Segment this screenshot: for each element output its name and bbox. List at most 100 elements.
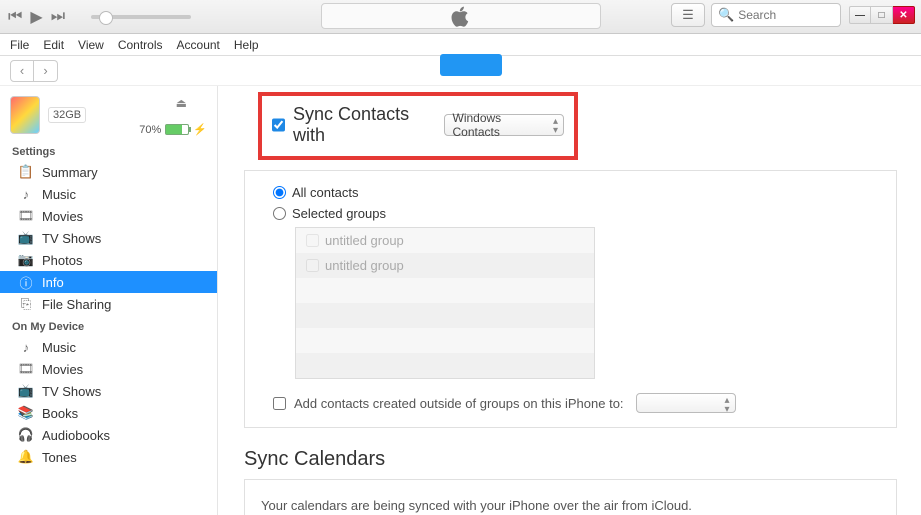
dropdown-value [645,396,648,410]
menu-account[interactable]: Account [177,38,220,52]
sidebar-item-device-music[interactable]: ♪ Music [0,336,217,358]
chevron-updown-icon: ▴▾ [725,396,730,414]
window-minimize-button[interactable]: — [849,6,871,24]
on-device-section-header: On My Device [0,315,217,336]
sidebar-item-label: TV Shows [42,231,101,246]
volume-slider[interactable] [91,15,191,19]
books-icon: 📚 [18,405,34,421]
add-outside-checkbox[interactable] [273,397,286,410]
sidebar-item-label: File Sharing [42,297,111,312]
add-outside-label: Add contacts created outside of groups o… [294,396,624,411]
tones-icon: 🔔 [18,449,34,465]
device-header[interactable]: 32GB ⏏ 70% ⚡ [0,92,217,140]
summary-icon: 📋 [18,164,34,180]
list-view-button[interactable]: ☰ [671,3,705,27]
group-row-empty: . [296,303,594,328]
all-contacts-radio[interactable] [273,186,286,199]
photos-icon: 📷 [18,252,34,268]
sidebar-item-info[interactable]: ⓘInfo [0,271,217,293]
sidebar-item-device-audiobooks[interactable]: 🎧 Audiobooks [0,424,217,446]
selected-groups-label: Selected groups [292,206,386,221]
nav-back-button[interactable]: ‹ [10,60,34,82]
play-button[interactable]: ▶ [30,7,42,27]
nav-bar: ‹ › [0,56,921,86]
sidebar-item-movies[interactable]: 🎞 Movies [0,205,217,227]
settings-section-header: Settings [0,140,217,161]
sidebar-item-device-movies[interactable]: 🎞 Movies [0,358,217,380]
group-name: untitled group [325,233,404,248]
sidebar-item-label: TV Shows [42,384,101,399]
charging-icon: ⚡ [193,123,207,136]
eject-icon[interactable]: ⏏ [176,96,187,110]
all-contacts-label: All contacts [292,185,358,200]
all-contacts-radio-row[interactable]: All contacts [273,185,880,200]
sidebar-item-label: Audiobooks [42,428,110,443]
sidebar-item-tvshows[interactable]: 📺TV Shows [0,227,217,249]
sidebar-item-label: Movies [42,362,83,377]
menu-edit[interactable]: Edit [43,38,64,52]
movies-icon: 🎞 [18,361,34,377]
sidebar-item-device-tvshows[interactable]: 📺 TV Shows [0,380,217,402]
window-maximize-button[interactable]: □ [871,6,893,24]
main-pane: Sync Contacts with Windows Contacts ▴▾ A… [218,86,921,515]
menu-bar: File Edit View Controls Account Help [0,34,921,56]
sidebar-item-device-books[interactable]: 📚Books [0,402,217,424]
sync-calendars-panel: Your calendars are being synced with you… [244,479,897,515]
sidebar-item-label: Movies [42,209,83,224]
group-row-empty: . [296,328,594,353]
device-thumbnail-icon [10,96,40,134]
sidebar-item-label: Summary [42,165,98,180]
next-track-button[interactable]: ⏭ [51,8,65,26]
sidebar-item-label: Info [42,275,64,290]
sync-calendars-heading: Sync Calendars [244,448,897,471]
sidebar-item-label: Tones [42,450,77,465]
music-icon: ♪ [18,186,34,202]
sidebar-item-music[interactable]: ♪ Music [0,183,217,205]
contacts-options-panel: All contacts Selected groups untitled gr… [244,170,897,428]
group-row-empty: . [296,278,594,303]
device-capacity-badge: 32GB [48,107,86,123]
window-close-button[interactable]: ✕ [893,6,915,24]
sidebar-item-filesharing[interactable]: ⎘ File Sharing [0,293,217,315]
nav-forward-button[interactable]: › [34,60,58,82]
filesharing-icon: ⎘ [18,296,34,312]
movies-icon: 🎞 [18,208,34,224]
search-input[interactable] [738,8,834,22]
apple-logo-icon [449,4,473,31]
music-icon: ♪ [18,339,34,355]
contacts-provider-dropdown[interactable]: Windows Contacts ▴▾ [444,114,565,136]
prev-track-button[interactable]: ⏮ [8,8,22,26]
group-row[interactable]: untitled group [296,228,594,253]
group-checkbox [306,259,319,272]
add-outside-dropdown[interactable]: ▴▾ [636,393,736,413]
sidebar-item-device-tones[interactable]: 🔔 Tones [0,446,217,468]
menu-controls[interactable]: Controls [118,38,163,52]
calendars-info-line1: Your calendars are being synced with you… [261,494,880,515]
groups-list: untitled group untitled group . . . . [295,227,595,379]
battery-percent: 70% [139,124,161,136]
group-row-empty: . [296,353,594,378]
tv-icon: 📺 [18,383,34,399]
group-row[interactable]: untitled group [296,253,594,278]
search-field[interactable]: 🔍 [711,3,841,27]
group-name: untitled group [325,258,404,273]
selected-groups-radio-row[interactable]: Selected groups [273,206,880,221]
sidebar-item-photos[interactable]: 📷Photos [0,249,217,271]
sidebar: 32GB ⏏ 70% ⚡ Settings 📋 Summary ♪ Music 🎞 M… [0,86,218,515]
selected-groups-radio[interactable] [273,207,286,220]
audiobooks-icon: 🎧 [18,427,34,443]
sidebar-item-label: Music [42,187,76,202]
device-tab-indicator[interactable] [440,54,502,76]
sync-contacts-header: Sync Contacts with Windows Contacts ▴▾ [258,92,578,160]
sidebar-item-summary[interactable]: 📋 Summary [0,161,217,183]
sidebar-item-label: Music [42,340,76,355]
dropdown-value: Windows Contacts [453,111,546,139]
search-icon: 🔍 [718,7,734,23]
top-toolbar: ⏮ ▶ ⏭ ☰ 🔍 — □ ✕ [0,0,921,34]
sync-contacts-checkbox[interactable] [272,118,285,132]
menu-view[interactable]: View [78,38,104,52]
sync-contacts-title: Sync Contacts with [293,104,435,146]
menu-file[interactable]: File [10,38,29,52]
chevron-updown-icon: ▴▾ [553,117,558,135]
menu-help[interactable]: Help [234,38,259,52]
